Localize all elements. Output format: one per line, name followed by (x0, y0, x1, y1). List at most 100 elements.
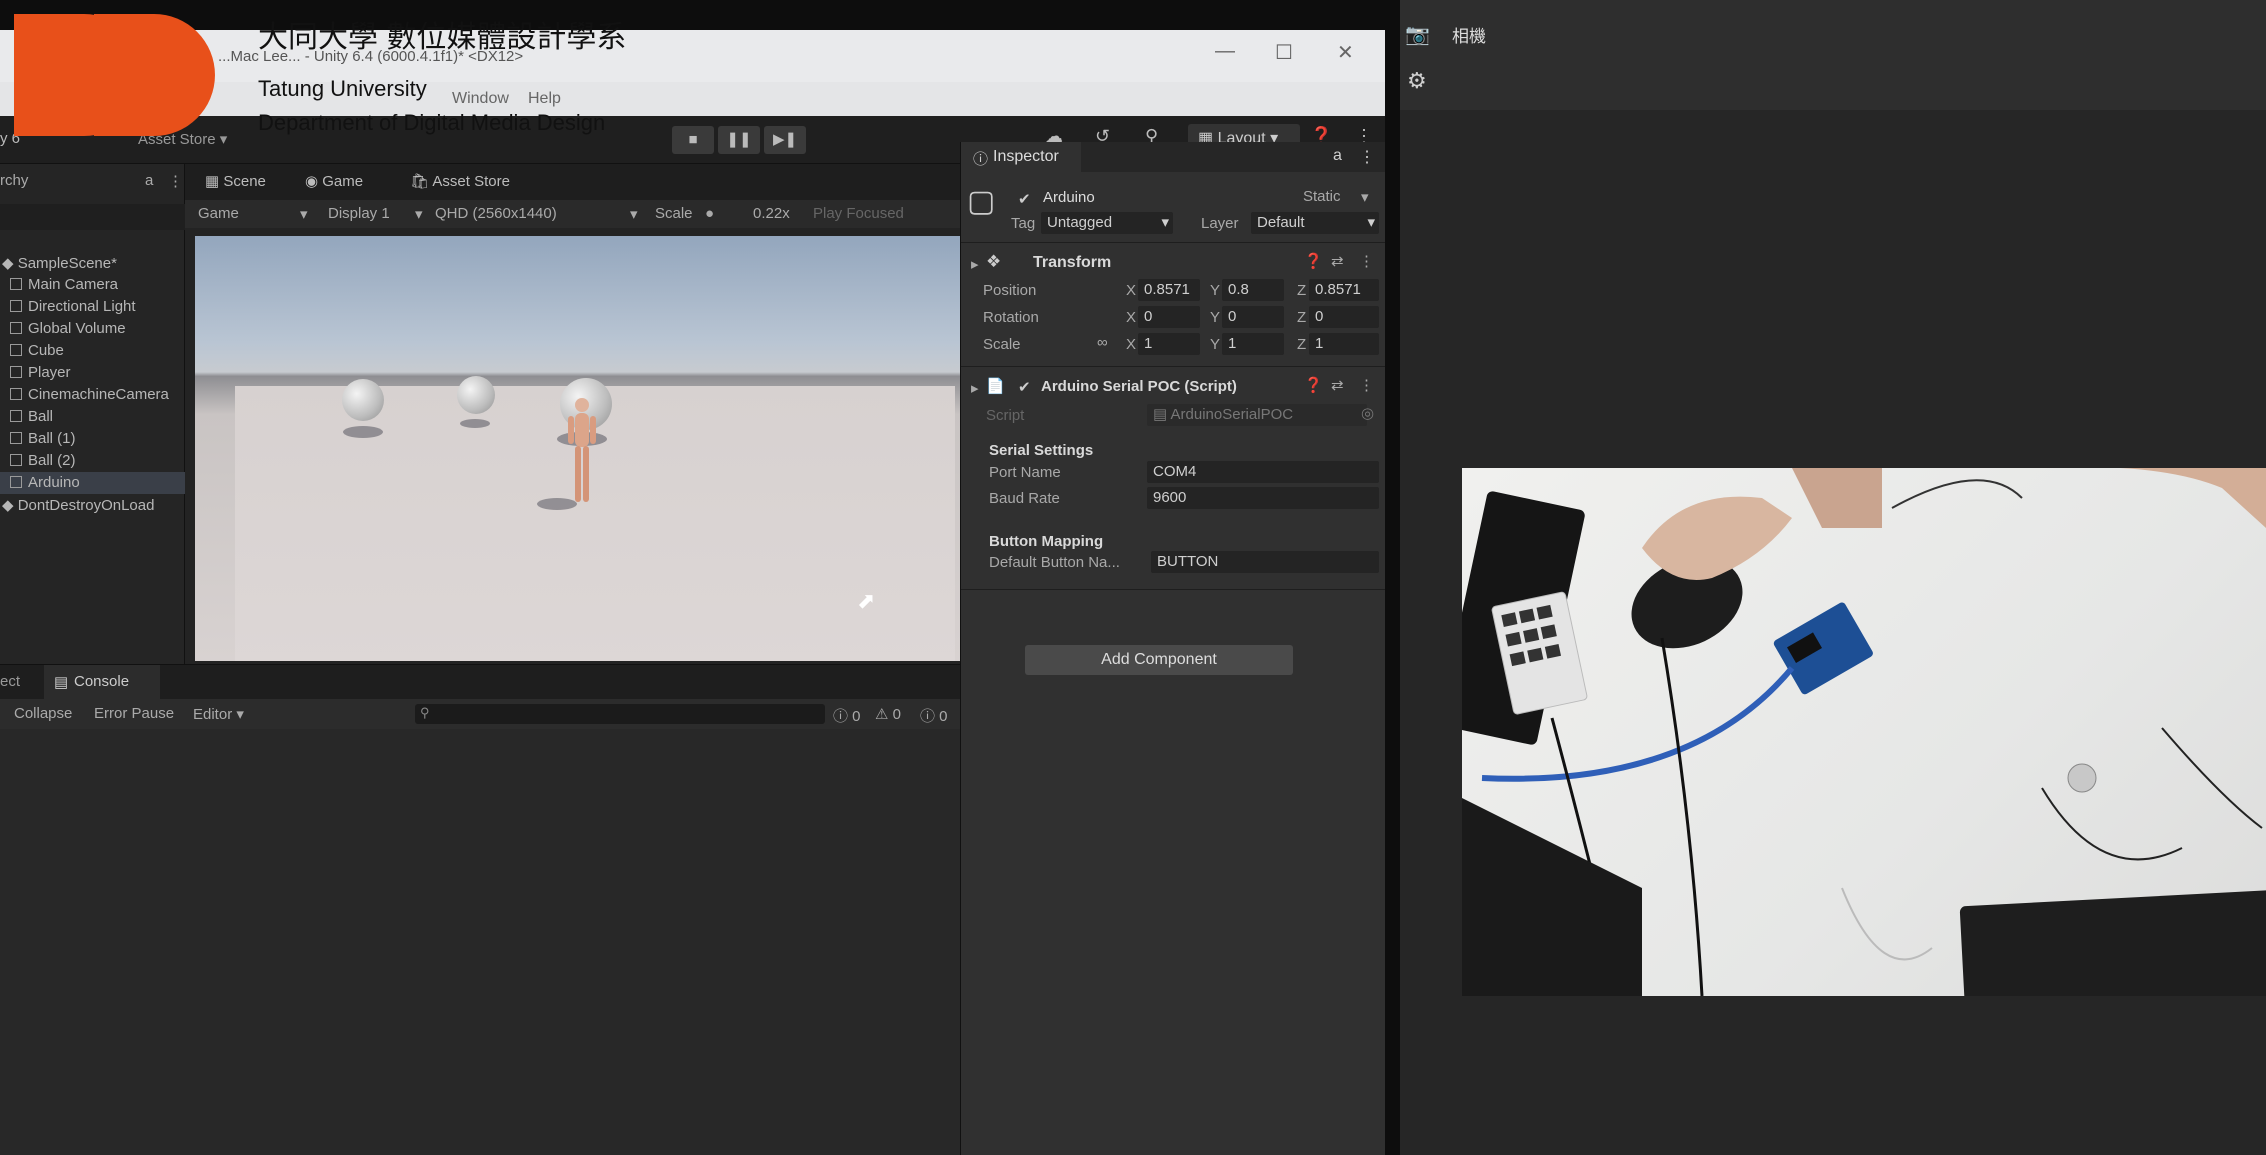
list-item[interactable]: Cube (10, 342, 64, 359)
help-icon[interactable]: ❓ (1304, 252, 1323, 270)
step-icon: ▶❚ (772, 131, 798, 148)
component-enabled-checkbox[interactable]: ✔ (1018, 378, 1031, 396)
foldout-arrow-icon[interactable]: ▸ (971, 255, 979, 273)
presets-icon[interactable]: ⇄ (1331, 376, 1344, 394)
play-focused-dropdown[interactable]: Play Focused (813, 205, 904, 222)
resolution-dropdown[interactable]: QHD (2560x1440) (435, 205, 557, 222)
list-item[interactable]: Global Volume (10, 320, 126, 337)
baud-rate-field[interactable]: 9600 (1147, 487, 1379, 509)
camera-icon[interactable]: 📷 (1405, 22, 1430, 47)
scale-slider-knob-icon[interactable]: ● (705, 205, 714, 222)
scale-x-field[interactable]: 1 (1138, 333, 1200, 355)
scale-z-field[interactable]: 1 (1309, 333, 1379, 355)
game-viewport[interactable]: ⬈ (195, 236, 960, 661)
list-item[interactable]: Main Camera (10, 276, 118, 293)
rotation-z-field[interactable]: 0 (1309, 306, 1379, 328)
help-icon[interactable]: ❓ (1304, 376, 1323, 394)
object-name-field[interactable]: Arduino (1043, 189, 1095, 206)
more-menu-icon[interactable]: ⋮ (1359, 376, 1374, 394)
chevron-down-icon: ▾ (630, 206, 638, 223)
tab-asset-store[interactable]: 🛍 Asset Store (410, 172, 510, 190)
step-button[interactable]: ▶❚ (764, 126, 806, 154)
tab-inspector[interactable]: ⓘ Inspector (961, 142, 1081, 172)
warning-count-badge[interactable]: ⚠ 0 (875, 705, 901, 723)
rotation-x-field[interactable]: 0 (1138, 306, 1200, 328)
lock-icon[interactable]: a (1333, 147, 1342, 165)
gamepad-icon: ◉ (305, 173, 323, 190)
log-count-badge[interactable]: ⓘ 0 (833, 705, 861, 726)
display-dropdown[interactable]: Display 1 (328, 205, 390, 222)
position-x-field[interactable]: 0.8571 (1138, 279, 1200, 301)
console-tab-label: Console (74, 673, 130, 690)
console-search-input[interactable]: ⚲ (415, 704, 825, 724)
tab-console[interactable]: ▤ Console (44, 665, 160, 699)
warning-icon: ⚠ (875, 706, 893, 723)
scale-value: 0.22x (753, 205, 790, 222)
rotation-y-field[interactable]: 0 (1222, 306, 1284, 328)
game-mode-dropdown[interactable]: Game (198, 205, 239, 222)
add-component-button[interactable]: Add Component (1025, 645, 1293, 675)
pause-button[interactable]: ❚❚ (718, 126, 760, 154)
x-axis-label: X (1126, 282, 1137, 299)
editor-dropdown[interactable]: Editor ▾ (193, 705, 244, 723)
button-mapping-header: Button Mapping (989, 533, 1104, 550)
lock-icon[interactable]: a (145, 172, 153, 189)
tab-project[interactable]: ect (0, 673, 20, 690)
static-toggle[interactable]: Static (1303, 188, 1341, 205)
department-name: Department of Digital Media Design (258, 110, 606, 135)
serial-settings-header: Serial Settings (989, 442, 1094, 459)
minimize-button[interactable]: — (1215, 40, 1235, 63)
close-button[interactable]: ✕ (1337, 40, 1354, 65)
console-icon: ▤ (54, 674, 69, 691)
baud-rate-label: Baud Rate (989, 490, 1060, 507)
chevron-down-icon: ▾ (415, 206, 423, 223)
ball (457, 376, 495, 414)
list-item[interactable]: Ball (10, 408, 53, 425)
transform-title: Transform (1033, 254, 1112, 271)
more-menu-icon[interactable]: ⋮ (1359, 252, 1374, 270)
y-axis-label: Y (1210, 336, 1221, 353)
error-pause-button[interactable]: Error Pause (94, 705, 174, 722)
list-item-selected[interactable]: Arduino (0, 472, 185, 494)
foldout-arrow-icon[interactable]: ▸ (971, 379, 979, 397)
camera-label: 相機 (1452, 27, 1486, 46)
error-count-badge[interactable]: ⓘ 0 (920, 705, 948, 726)
list-item[interactable]: Ball (1) (10, 430, 76, 447)
position-y-field[interactable]: 0.8 (1222, 279, 1284, 301)
divider (961, 366, 1385, 367)
presets-icon[interactable]: ⇄ (1331, 252, 1344, 270)
default-button-field[interactable]: BUTTON (1151, 551, 1379, 573)
unity-editor-window: ...Mac Lee... - Unity 6.4 (6000.4.1f1)* … (0, 30, 1385, 1155)
list-item[interactable]: Ball (2) (10, 452, 76, 469)
tab-game[interactable]: ◉ Game (305, 172, 363, 190)
object-picker-icon[interactable]: ◎ (1361, 404, 1374, 422)
scene-root[interactable]: ◆ DontDestroyOnLoad (2, 496, 154, 514)
tab-hierarchy[interactable]: rchy (0, 172, 28, 189)
more-menu-icon[interactable]: ⋮ (168, 172, 183, 190)
link-icon[interactable]: ∞ (1097, 334, 1108, 351)
scale-y-field[interactable]: 1 (1222, 333, 1284, 355)
info-icon: ⓘ (973, 151, 989, 168)
gear-icon[interactable]: ⚙ (1407, 68, 1427, 94)
z-axis-label: Z (1297, 336, 1307, 353)
tag-dropdown[interactable]: Untagged ▾ (1041, 212, 1173, 234)
active-checkbox[interactable]: ✔ (1018, 190, 1031, 208)
position-z-field[interactable]: 0.8571 (1309, 279, 1379, 301)
mouse-cursor-icon: ⬈ (857, 588, 876, 613)
maximize-button[interactable]: ☐ (1275, 40, 1293, 65)
scale-label: Scale (655, 205, 693, 222)
list-item[interactable]: CinemachineCamera (10, 386, 169, 403)
hierarchy-search[interactable] (0, 204, 185, 230)
layer-dropdown[interactable]: Default ▾ (1251, 212, 1379, 234)
tab-scene[interactable]: ▦ Scene (205, 172, 266, 190)
collapse-button[interactable]: Collapse (14, 705, 72, 722)
list-item[interactable]: Player (10, 364, 71, 381)
gameobject-icon (10, 278, 22, 290)
x-axis-label: X (1126, 336, 1137, 353)
port-name-field[interactable]: COM4 (1147, 461, 1379, 483)
z-axis-label: Z (1297, 309, 1307, 326)
more-menu-icon[interactable]: ⋮ (1359, 147, 1375, 167)
list-item[interactable]: Directional Light (10, 298, 136, 315)
camera-app-panel: 📷 相機 ⚙ (1400, 0, 2266, 1155)
scene-root[interactable]: ◆ SampleScene* (2, 254, 117, 272)
